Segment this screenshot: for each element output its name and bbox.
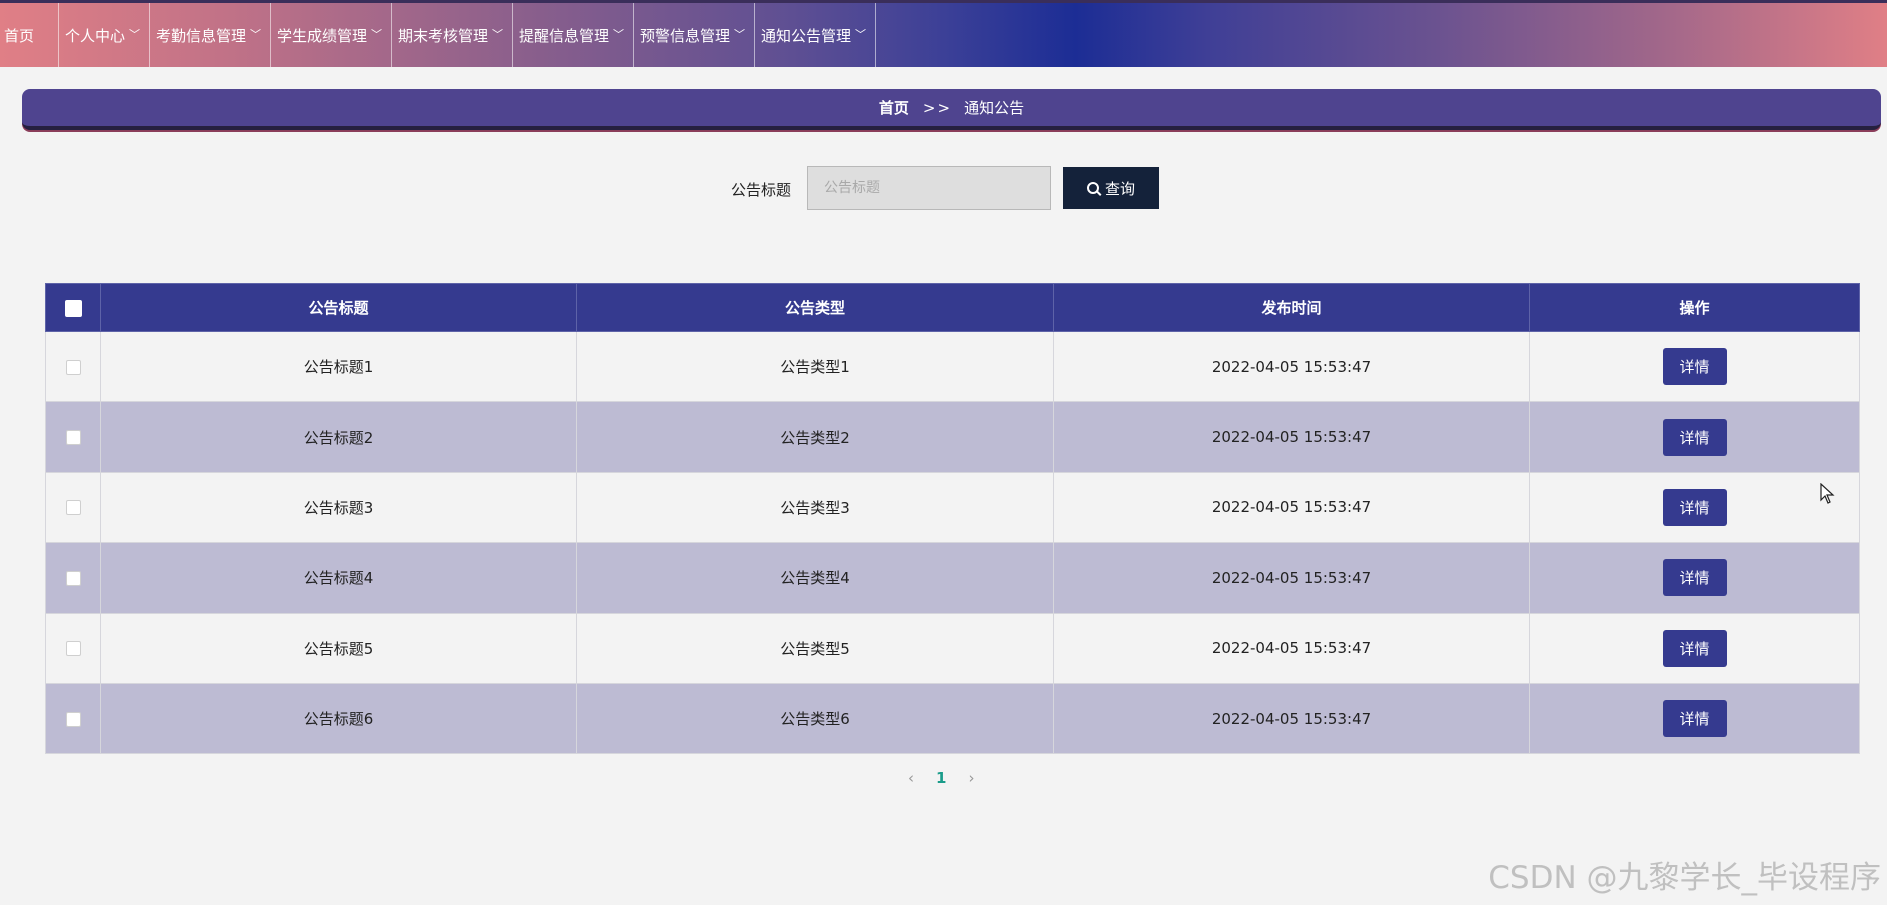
chevron-down-icon: ﹀ bbox=[371, 28, 383, 41]
cell-action: 详情 bbox=[1529, 330, 1860, 403]
nav-item-attendance[interactable]: 考勤信息管理 ﹀ bbox=[150, 3, 271, 67]
search-icon bbox=[1086, 182, 1099, 194]
cell-title: 公告标题3 bbox=[100, 471, 577, 544]
breadcrumb-home[interactable]: 首页 bbox=[879, 97, 909, 118]
chevron-right-icon[interactable]: › bbox=[968, 769, 974, 787]
search-input[interactable] bbox=[807, 166, 1051, 210]
row-select-cell bbox=[45, 330, 101, 403]
cell-time: 2022-04-05 15:53:47 bbox=[1053, 682, 1530, 755]
row-select-cell bbox=[45, 401, 101, 473]
table-row: 公告标题5 公告类型5 2022-04-05 15:53:47 详情 bbox=[45, 612, 1860, 684]
watermark: CSDN @九黎学长_毕设程序 bbox=[1488, 860, 1881, 896]
mouse-cursor-icon bbox=[1820, 483, 1835, 504]
cell-action: 详情 bbox=[1529, 542, 1860, 614]
nav-item-label: 学生成绩管理 bbox=[277, 26, 368, 45]
column-header-time: 发布时间 bbox=[1053, 283, 1530, 332]
cell-type: 公告类型1 bbox=[576, 330, 1054, 403]
detail-button[interactable]: 详情 bbox=[1662, 418, 1727, 456]
row-checkbox[interactable] bbox=[65, 500, 81, 516]
row-checkbox[interactable] bbox=[65, 430, 81, 446]
cell-title: 公告标题6 bbox=[100, 682, 577, 755]
nav-item-label: 通知公告管理 bbox=[761, 26, 852, 45]
nav-item-label: 期末考核管理 bbox=[398, 26, 489, 45]
table-header-row: 公告标题 公告类型 发布时间 操作 bbox=[45, 283, 1860, 332]
search-button-label: 查询 bbox=[1104, 179, 1135, 198]
chevron-down-icon: ﹀ bbox=[492, 28, 504, 41]
cell-title: 公告标题1 bbox=[100, 330, 577, 403]
search-button[interactable]: 查询 bbox=[1063, 167, 1159, 209]
breadcrumb: 首页 >> 通知公告 bbox=[22, 89, 1881, 130]
nav-item-label: 预警信息管理 bbox=[640, 26, 731, 45]
chevron-left-icon[interactable]: ‹ bbox=[908, 769, 914, 787]
row-checkbox[interactable] bbox=[65, 641, 81, 657]
table-row: 公告标题4 公告类型4 2022-04-05 15:53:47 详情 bbox=[45, 542, 1860, 614]
table-row: 公告标题2 公告类型2 2022-04-05 15:53:47 详情 bbox=[45, 401, 1860, 473]
detail-button[interactable]: 详情 bbox=[1662, 700, 1727, 738]
cell-title: 公告标题2 bbox=[100, 401, 577, 473]
select-all-checkbox[interactable] bbox=[64, 299, 82, 317]
pagination: ‹ 1 › bbox=[908, 766, 974, 790]
cell-action: 详情 bbox=[1529, 682, 1860, 755]
search-label: 公告标题 bbox=[731, 181, 792, 199]
column-header-title: 公告标题 bbox=[100, 283, 577, 332]
page-number-current[interactable]: 1 bbox=[936, 769, 946, 787]
cell-title: 公告标题5 bbox=[100, 612, 577, 684]
row-select-cell bbox=[45, 682, 101, 755]
breadcrumb-current: 通知公告 bbox=[964, 99, 1025, 117]
cell-action: 详情 bbox=[1529, 612, 1860, 684]
nav-item-label: 首页 bbox=[4, 26, 35, 45]
cell-title: 公告标题4 bbox=[100, 542, 577, 614]
row-select-cell bbox=[45, 542, 101, 614]
cell-type: 公告类型3 bbox=[576, 471, 1054, 544]
breadcrumb-separator: >> bbox=[922, 98, 953, 117]
cell-action: 详情 bbox=[1529, 471, 1860, 544]
nav-item-label: 个人中心 bbox=[65, 26, 126, 45]
row-select-cell bbox=[45, 471, 101, 544]
nav-item-reminders[interactable]: 提醒信息管理 ﹀ bbox=[513, 3, 634, 67]
table-row: 公告标题1 公告类型1 2022-04-05 15:53:47 详情 bbox=[45, 330, 1860, 403]
top-nav: 首页 个人中心 ﹀ 考勤信息管理 ﹀ 学生成绩管理 ﹀ 期末考核管理 ﹀ 提醒信… bbox=[0, 0, 1887, 67]
detail-button[interactable]: 详情 bbox=[1662, 559, 1727, 597]
cell-time: 2022-04-05 15:53:47 bbox=[1053, 330, 1530, 403]
cell-time: 2022-04-05 15:53:47 bbox=[1053, 401, 1530, 473]
nav-item-final-assessment[interactable]: 期末考核管理 ﹀ bbox=[392, 3, 513, 67]
chevron-down-icon: ﹀ bbox=[613, 28, 625, 41]
chevron-down-icon: ﹀ bbox=[129, 28, 141, 41]
row-checkbox[interactable] bbox=[65, 359, 81, 375]
column-header-type: 公告类型 bbox=[576, 283, 1054, 332]
detail-button[interactable]: 详情 bbox=[1662, 348, 1727, 386]
row-checkbox[interactable] bbox=[65, 711, 81, 727]
chevron-down-icon: ﹀ bbox=[250, 28, 262, 41]
column-header-action: 操作 bbox=[1529, 283, 1860, 332]
announcement-table: 公告标题 公告类型 发布时间 操作 公告标题1 公告类型1 2022-04-05… bbox=[45, 283, 1860, 755]
cell-time: 2022-04-05 15:53:47 bbox=[1053, 612, 1530, 684]
nav-item-personal-center[interactable]: 个人中心 ﹀ bbox=[59, 3, 150, 67]
detail-button[interactable]: 详情 bbox=[1662, 629, 1727, 667]
row-select-cell bbox=[45, 612, 101, 684]
row-checkbox[interactable] bbox=[65, 570, 81, 586]
select-all-cell bbox=[45, 283, 101, 332]
nav-item-warnings[interactable]: 预警信息管理 ﹀ bbox=[634, 3, 755, 67]
nav-item-label: 提醒信息管理 bbox=[519, 26, 610, 45]
detail-button[interactable]: 详情 bbox=[1662, 488, 1727, 526]
cell-type: 公告类型5 bbox=[576, 612, 1054, 684]
cell-time: 2022-04-05 15:53:47 bbox=[1053, 471, 1530, 544]
nav-item-grades[interactable]: 学生成绩管理 ﹀ bbox=[271, 3, 392, 67]
nav-item-home[interactable]: 首页 bbox=[0, 3, 59, 67]
cell-type: 公告类型6 bbox=[576, 682, 1054, 755]
cell-time: 2022-04-05 15:53:47 bbox=[1053, 542, 1530, 614]
table-row: 公告标题6 公告类型6 2022-04-05 15:53:47 详情 bbox=[45, 682, 1860, 755]
chevron-down-icon: ﹀ bbox=[734, 28, 746, 41]
nav-item-label: 考勤信息管理 bbox=[156, 26, 247, 45]
chevron-down-icon: ﹀ bbox=[855, 28, 867, 41]
cell-action: 详情 bbox=[1529, 401, 1860, 473]
cell-type: 公告类型2 bbox=[576, 401, 1054, 473]
cell-type: 公告类型4 bbox=[576, 542, 1054, 614]
nav-item-announcements[interactable]: 通知公告管理 ﹀ bbox=[755, 3, 876, 67]
table-row: 公告标题3 公告类型3 2022-04-05 15:53:47 详情 bbox=[45, 471, 1860, 544]
